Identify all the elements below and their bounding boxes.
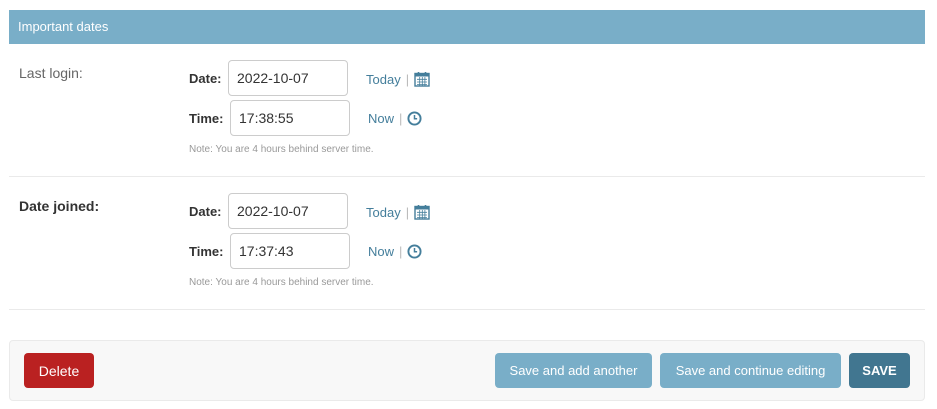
shortcut-separator: | [405, 71, 410, 87]
fieldset-header: Important dates [9, 10, 925, 44]
clock-icon[interactable] [407, 244, 422, 259]
last-login-time-label: Time: [189, 111, 224, 126]
last-login-date-shortcuts: Today | [366, 71, 430, 87]
form-row-date-joined: Date joined: Date: Today | Time: Now | N… [9, 177, 925, 310]
calendar-icon[interactable] [414, 71, 430, 87]
save-and-continue-button[interactable]: Save and continue editing [660, 353, 841, 388]
now-link[interactable]: Now [368, 244, 394, 259]
delete-button[interactable]: Delete [24, 353, 94, 388]
date-joined-date-input[interactable] [228, 193, 348, 229]
submit-row: Delete Save and add another Save and con… [9, 340, 925, 401]
date-joined-date-label: Date: [189, 204, 222, 219]
now-link[interactable]: Now [368, 111, 394, 126]
save-and-add-another-button[interactable]: Save and add another [495, 353, 652, 388]
shortcut-separator: | [399, 111, 403, 126]
date-joined-label: Date joined: [19, 198, 100, 214]
shortcut-separator: | [399, 244, 403, 259]
last-login-help-text: Note: You are 4 hours behind server time… [189, 144, 374, 155]
fieldset-title: Important dates [18, 19, 109, 34]
shortcut-separator: | [405, 204, 410, 220]
last-login-time-shortcuts: Now | [368, 111, 422, 126]
date-joined-time-input[interactable] [230, 233, 350, 269]
date-joined-help-text: Note: You are 4 hours behind server time… [189, 277, 374, 288]
save-button[interactable]: SAVE [849, 353, 910, 388]
today-link[interactable]: Today [366, 205, 401, 220]
date-joined-date-shortcuts: Today | [366, 204, 430, 220]
last-login-date-label: Date: [189, 71, 222, 86]
form-row-last-login: Last login: Date: Today | Time: Now | No… [9, 44, 925, 177]
calendar-icon[interactable] [414, 204, 430, 220]
clock-icon[interactable] [407, 111, 422, 126]
last-login-date-input[interactable] [228, 60, 348, 96]
date-joined-time-label: Time: [189, 244, 224, 259]
last-login-label: Last login: [19, 65, 83, 81]
date-joined-time-shortcuts: Now | [368, 244, 422, 259]
today-link[interactable]: Today [366, 72, 401, 87]
last-login-time-input[interactable] [230, 100, 350, 136]
